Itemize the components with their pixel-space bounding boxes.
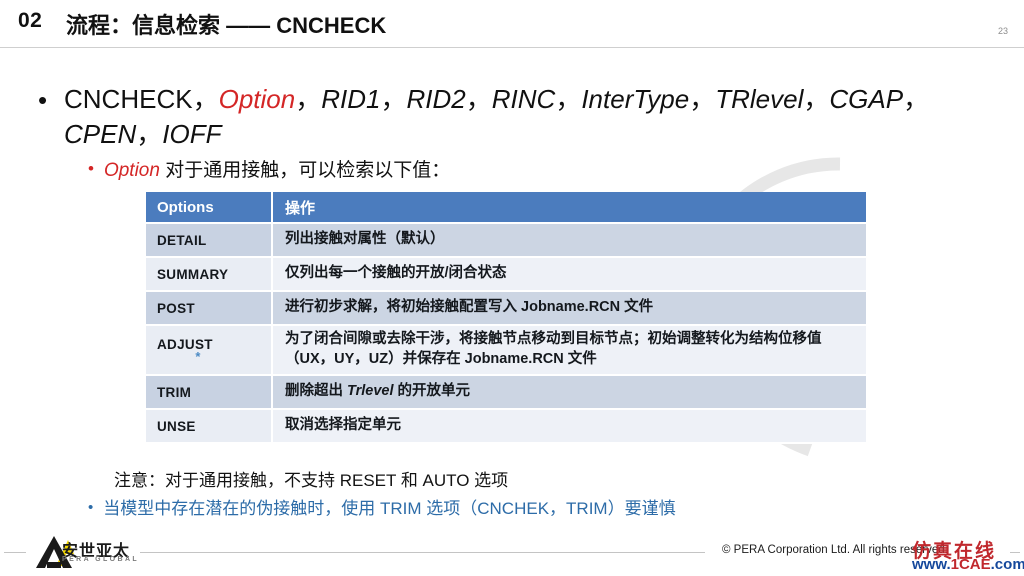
note-bullet-marker: • bbox=[88, 499, 94, 516]
footer-divider-right bbox=[1010, 552, 1020, 553]
param-ioff: IOFF bbox=[162, 118, 222, 149]
command-name: CNCHECK bbox=[64, 84, 193, 114]
option-label: SUMMARY bbox=[157, 266, 229, 282]
option-label: POST bbox=[157, 300, 195, 316]
column-header-options: Options bbox=[146, 192, 273, 224]
watermark-url-brand: 1CAE bbox=[950, 556, 991, 573]
footer-divider-left bbox=[4, 552, 26, 553]
bullet-level1: • CNCHECK，Option，RID1，RID2，RINC，InterTyp… bbox=[36, 82, 986, 151]
watermark-url-prefix: www. bbox=[912, 556, 951, 573]
cell-option: POST bbox=[146, 291, 273, 326]
cell-option: UNSE bbox=[146, 409, 273, 444]
param-trlevel: TRlevel bbox=[715, 84, 804, 114]
bullet-level1-text: CNCHECK，Option，RID1，RID2，RINC，InterType，… bbox=[64, 82, 986, 151]
slide-header: 02 流程：信息检索 —— CNCHECK 23 bbox=[0, 0, 1024, 48]
param-separator: ， bbox=[555, 84, 582, 114]
param-rinc: RINC bbox=[491, 84, 556, 114]
param-rid1: RID1 bbox=[321, 84, 381, 114]
table-row: UNSE 取消选择指定单元 bbox=[146, 409, 866, 444]
cell-option: DETAIL bbox=[146, 223, 273, 258]
table-header-row: Options 操作 bbox=[146, 192, 866, 224]
options-table: Options 操作 DETAIL 列出接触对属性（默认） SUMMARY 仅列出每一… bbox=[146, 192, 866, 444]
footer-divider-middle bbox=[140, 552, 705, 553]
cell-description: 删除超出 Trlevel 的开放单元 bbox=[272, 375, 866, 410]
header-divider bbox=[0, 47, 1024, 48]
table-row: SUMMARY 仅列出每一个接触的开放/闭合状态 bbox=[146, 257, 866, 292]
bullet-level2-text: 对于通用接触，可以检索以下值： bbox=[159, 160, 451, 181]
param-cpen: CPEN bbox=[64, 118, 137, 149]
param-separator: ， bbox=[465, 84, 492, 114]
option-label: ADJUST bbox=[157, 337, 213, 352]
table-row: ADJUST * 为了闭合间隙或去除干涉，将接触节点移动到目标节点；初始调整转化为结… bbox=[146, 325, 866, 376]
option-label: DETAIL bbox=[157, 232, 207, 248]
column-header-operation: 操作 bbox=[272, 192, 866, 224]
watermark-url-suffix: .com bbox=[990, 556, 1024, 573]
option-keyword: Option bbox=[103, 160, 160, 181]
page-number: 23 bbox=[997, 26, 1008, 36]
table-row: TRIM 删除超出 Trlevel 的开放单元 bbox=[146, 375, 866, 410]
slide-footer: 安世亚太 PERA GLOBAL © PERA Corporation Ltd.… bbox=[0, 530, 1024, 576]
param-separator: ， bbox=[380, 84, 407, 114]
inline-param: Trlevel bbox=[347, 383, 394, 400]
slide: 02 流程：信息检索 —— CNCHECK 23 • CNCHECK，Optio… bbox=[0, 0, 1024, 576]
note-text: 注意：对于通用接触，不支持 RESET 和 AUTO 选项 bbox=[114, 471, 509, 490]
param-separator: ， bbox=[192, 84, 219, 114]
option-label: UNSE bbox=[157, 418, 196, 434]
note-blue-text: 当模型中存在潜在的伪接触时，使用 TRIM 选项（CNCHEK，TRIM）要谨慎 bbox=[103, 499, 676, 518]
cell-option: ADJUST * bbox=[146, 325, 273, 376]
table-row: DETAIL 列出接触对属性（默认） bbox=[146, 223, 866, 258]
cell-description: 取消选择指定单元 bbox=[272, 409, 866, 444]
logo-text-en: PERA GLOBAL bbox=[62, 556, 140, 563]
bullet-level2: • Option 对于通用接触，可以检索以下值： bbox=[88, 155, 450, 182]
sub-bullet-marker: • bbox=[88, 159, 94, 178]
cell-description: 为了闭合间隙或去除干涉，将接触节点移动到目标节点；初始调整转化为结构位移值（UX… bbox=[272, 325, 866, 376]
param-intertype: InterType bbox=[581, 84, 690, 114]
cell-option: TRIM bbox=[146, 375, 273, 410]
param-separator: ， bbox=[903, 84, 930, 114]
param-separator: ， bbox=[689, 84, 716, 114]
cell-description: 仅列出每一个接触的开放/闭合状态 bbox=[272, 257, 866, 292]
page-title: 流程：信息检索 —— CNCHECK bbox=[66, 13, 387, 38]
note-blue-row: • 当模型中存在潜在的伪接触时，使用 TRIM 选项（CNCHEK，TRIM）要谨… bbox=[88, 494, 676, 519]
param-separator: ， bbox=[136, 118, 163, 149]
param-option: Option bbox=[218, 84, 296, 114]
option-label: TRIM bbox=[157, 384, 192, 400]
table-row: POST 进行初步求解，将初始接触配置写入 Jobname.RCN 文件 bbox=[146, 291, 866, 326]
cell-description: 列出接触对属性（默认） bbox=[272, 223, 866, 258]
watermark-url: www.1CAE.com bbox=[912, 556, 1024, 573]
cell-option: SUMMARY bbox=[146, 257, 273, 292]
param-rid2: RID2 bbox=[406, 84, 466, 114]
param-separator: ， bbox=[295, 84, 322, 114]
section-number: 02 bbox=[18, 9, 43, 32]
param-separator: ， bbox=[803, 84, 830, 114]
bullet-marker: • bbox=[38, 85, 48, 115]
cell-description: 进行初步求解，将初始接触配置写入 Jobname.RCN 文件 bbox=[272, 291, 866, 326]
param-cgap: CGAP bbox=[829, 84, 904, 114]
